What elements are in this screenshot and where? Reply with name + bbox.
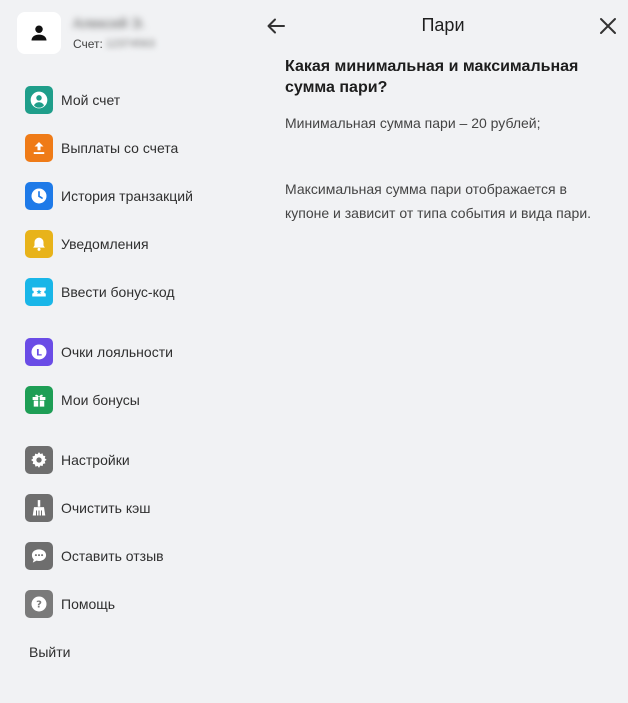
broom-icon: [25, 494, 53, 522]
arrow-left-icon: [267, 18, 285, 34]
svg-text:L: L: [36, 348, 42, 359]
clock-icon: [25, 182, 53, 210]
close-button[interactable]: [596, 14, 620, 38]
sidebar-item-help[interactable]: ? Помощь: [25, 590, 255, 618]
page-title: Пари: [421, 15, 465, 35]
article-question: Какая минимальная и максимальная сумма п…: [285, 58, 579, 96]
loyalty-icon: L: [25, 338, 53, 366]
sidebar-item-label: Очки лояльности: [61, 344, 173, 360]
sidebar-item-my-bonuses[interactable]: Мои бонусы: [25, 386, 255, 414]
sidebar-item-label: Ввести бонус-код: [61, 284, 175, 300]
content-header: Пари: [258, 10, 628, 42]
sidebar-item-settings[interactable]: Настройки: [25, 446, 255, 474]
avatar[interactable]: [17, 12, 61, 54]
sidebar-item-label: Мой счет: [61, 92, 121, 108]
sidebar-item-my-account[interactable]: Мой счет: [25, 86, 255, 114]
gear-icon: [25, 446, 53, 474]
sidebar-item-withdrawals[interactable]: Выплаты со счета: [25, 134, 255, 162]
sidebar-item-feedback[interactable]: Оставить отзыв: [25, 542, 255, 570]
sidebar-item-label: Очистить кэш: [61, 500, 151, 516]
user-name: Алексей Э.: [73, 15, 146, 31]
close-icon: [600, 18, 616, 34]
chat-icon: [25, 542, 53, 570]
withdraw-icon: [25, 134, 53, 162]
sidebar-item-loyalty-points[interactable]: L Очки лояльности: [25, 338, 255, 366]
sidebar-item-clear-cache[interactable]: Очистить кэш: [25, 494, 255, 522]
bell-icon: [25, 230, 53, 258]
sidebar-item-label: История транзакций: [61, 188, 193, 204]
sidebar-item-label: Настройки: [61, 452, 130, 468]
sidebar-item-label: Мои бонусы: [61, 392, 140, 408]
account-number: 12374563: [105, 38, 155, 50]
logout-link[interactable]: Выйти: [29, 644, 70, 660]
account-icon: [25, 86, 53, 114]
account-label: Счет:: [73, 37, 103, 51]
menu-panel: Алексей Э. Счет: 12374563 Мой счет Выпла…: [0, 0, 628, 703]
user-icon: [31, 25, 47, 41]
sidebar-item-notifications[interactable]: Уведомления: [25, 230, 255, 258]
sidebar-item-bonus-code[interactable]: Ввести бонус-код: [25, 278, 255, 306]
article-content: Какая минимальная и максимальная сумма п…: [285, 56, 605, 225]
article-answer-max: Максимальная сумма пари отображается в к…: [285, 181, 592, 221]
sidebar-item-label: Помощь: [61, 596, 116, 612]
ticket-icon: [25, 278, 53, 306]
sidebar-item-label: Оставить отзыв: [61, 548, 164, 564]
help-icon: ?: [25, 590, 53, 618]
sidebar-item-label: Уведомления: [61, 236, 149, 252]
account-row: Счет: 12374563: [73, 37, 155, 51]
svg-text:?: ?: [36, 600, 42, 611]
sidebar-item-transactions[interactable]: История транзакций: [25, 182, 255, 210]
sidebar-item-label: Выплаты со счета: [61, 140, 179, 156]
article-answer-min: Минимальная сумма пари – 20 рублей;: [285, 115, 541, 131]
back-button[interactable]: [264, 14, 288, 38]
gift-icon: [25, 386, 53, 414]
